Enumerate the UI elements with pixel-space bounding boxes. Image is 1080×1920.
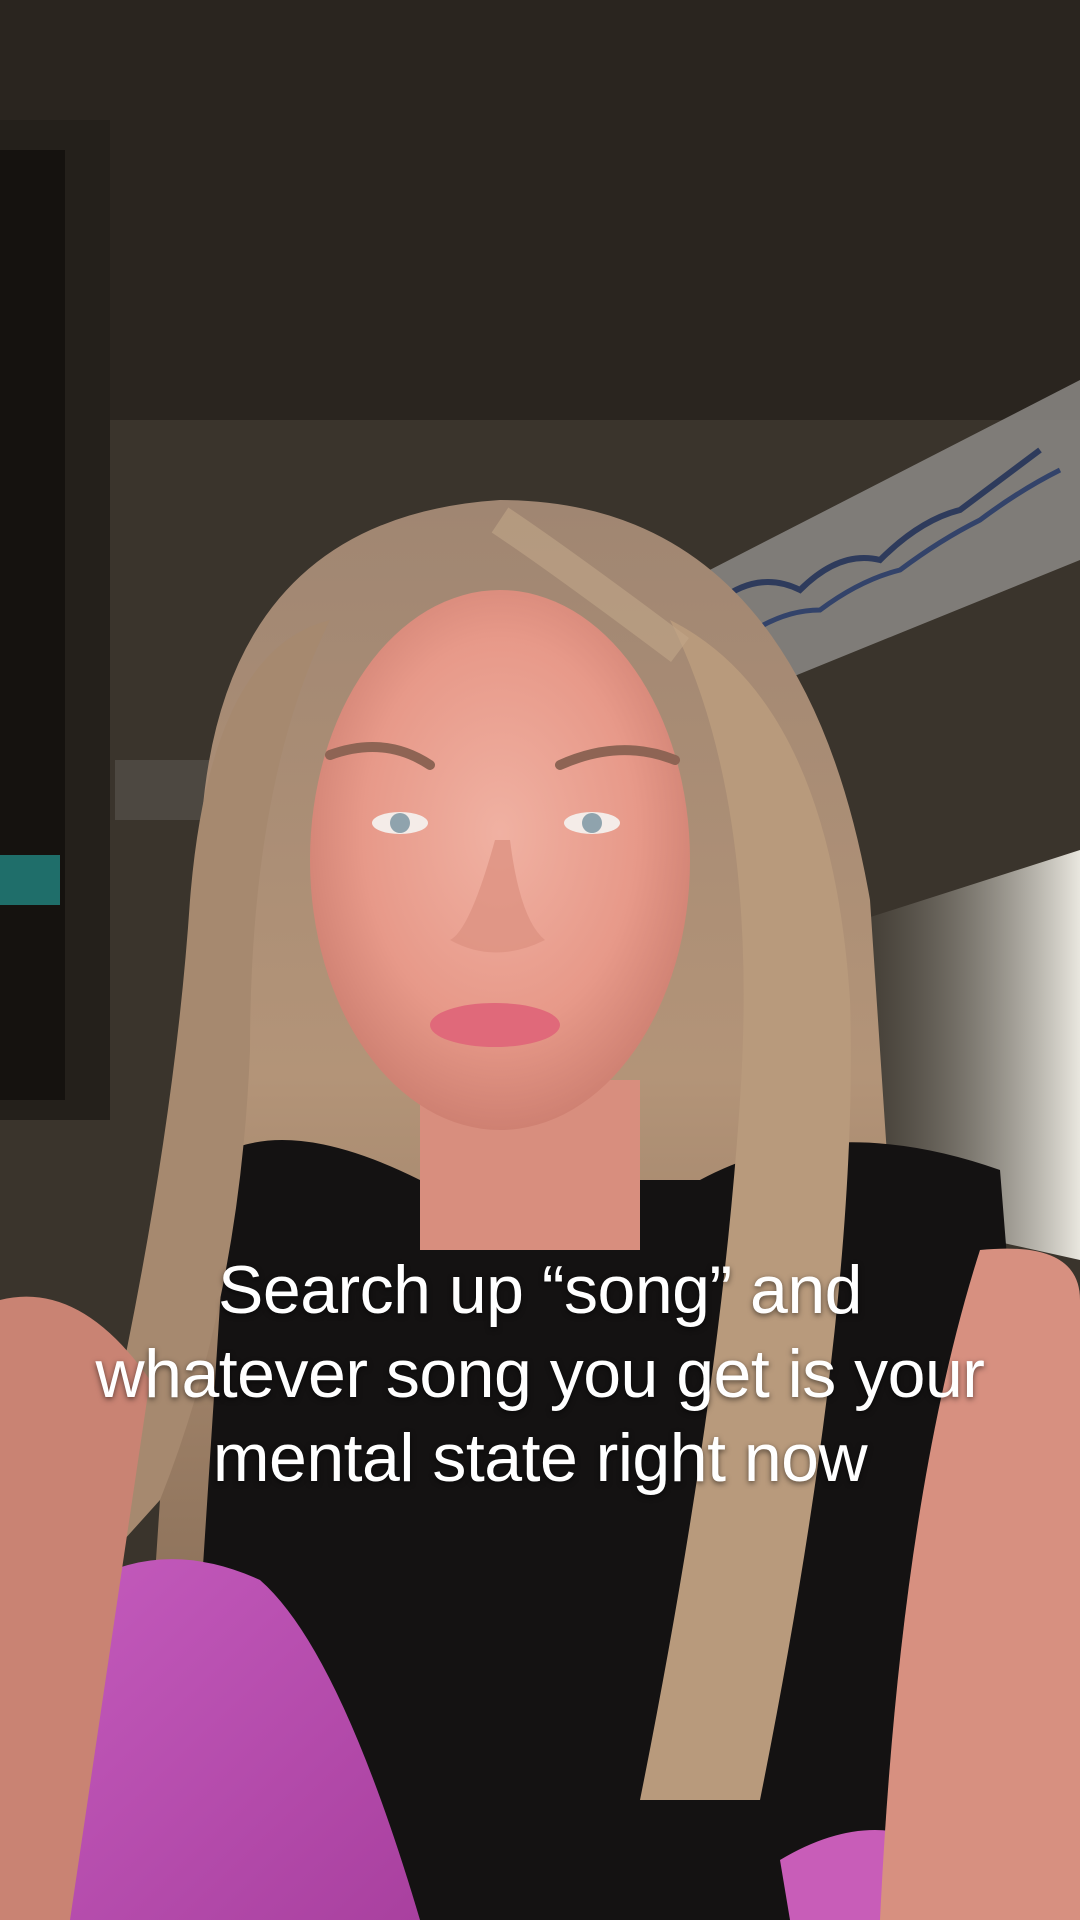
ceiling-shadow	[0, 0, 1080, 420]
video-frame[interactable]: Search up “song” and whatever song you g…	[0, 0, 1080, 1920]
lips	[430, 1003, 560, 1047]
door-opening	[0, 150, 65, 1100]
teal-object	[0, 855, 60, 905]
video-scene	[0, 0, 1080, 1920]
video-caption: Search up “song” and whatever song you g…	[95, 1252, 985, 1496]
